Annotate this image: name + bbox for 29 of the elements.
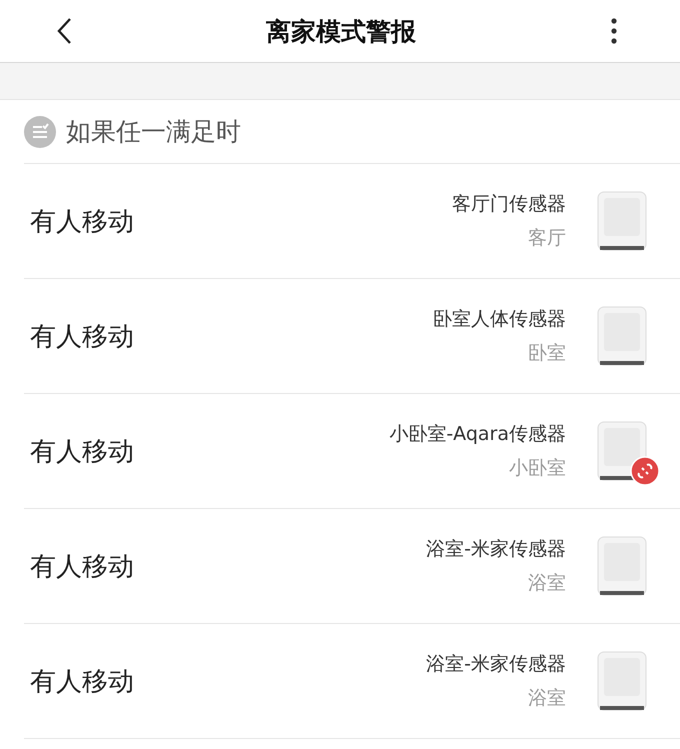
motion-sensor-icon [596,535,648,597]
device-name: 卧室人体传感器 [433,307,566,332]
room-name: 浴室 [528,686,566,711]
condition-row[interactable]: 有人移动 客厅门传感器 客厅 [24,164,680,279]
trigger-label: 有人移动 [30,550,135,584]
device-name: 小卧室-Aqara传感器 [389,422,566,447]
motion-sensor-icon [596,190,648,252]
more-icon[interactable] [610,17,618,45]
condition-row[interactable]: 有人移动 卧室人体传感器 卧室 [24,279,680,394]
condition-icon [24,116,56,148]
condition-row[interactable]: 有人移动 浴室-米家传感器 浴室 [24,509,680,624]
trigger-label: 有人移动 [30,666,135,698]
motion-sensor-icon [596,650,648,712]
room-name: 浴室 [528,571,566,596]
device-name: 浴室-米家传感器 [426,652,566,677]
trigger-label: 有人移动 [30,436,135,468]
condition-label: 如果任一满足时 [66,116,241,148]
trigger-label: 有人移动 [30,320,135,354]
device-name: 浴室-米家传感器 [426,537,566,562]
trigger-label: 有人移动 [30,206,135,238]
condition-row[interactable]: 有人移动 小卧室-Aqara传感器 小卧室 [24,394,680,509]
device-name: 客厅门传感器 [452,192,566,217]
motion-sensor-icon [596,305,648,367]
room-name: 卧室 [528,341,566,366]
condition-row[interactable]: 有人移动 浴室-米家传感器 浴室 [24,624,680,739]
page-title: 离家模式警报 [266,16,416,48]
room-name: 客厅 [528,226,566,251]
back-icon[interactable] [56,17,72,45]
room-name: 小卧室 [509,456,566,481]
